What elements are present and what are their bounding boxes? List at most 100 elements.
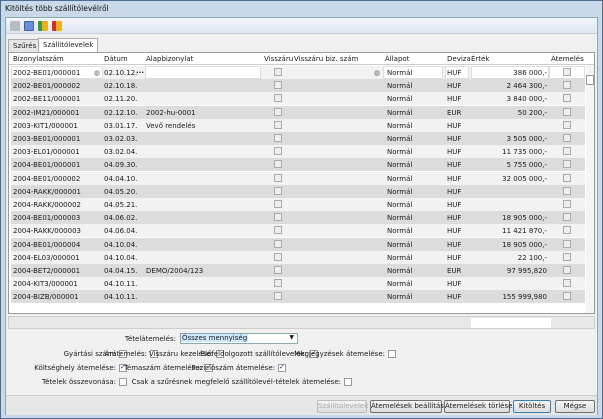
atemeles-checkbox[interactable] xyxy=(563,160,571,169)
visszaru-checkbox[interactable] xyxy=(274,186,282,195)
table-row[interactable]: 2004-RAKK/000001 04.05.20. Normál HUF xyxy=(11,184,585,198)
table-row[interactable]: 2003-BE01/000001 03.02.03. Normál HUF 3 505 … xyxy=(11,132,585,145)
visszaru-checkbox[interactable] xyxy=(274,81,282,90)
option-checkbox[interactable] xyxy=(278,363,286,372)
visszaru-checkbox[interactable] xyxy=(274,292,282,301)
column-header[interactable]: Visszáru xyxy=(264,55,293,63)
ertek: 22 100,- xyxy=(517,253,547,262)
vertical-scrollbar[interactable] xyxy=(586,65,594,313)
table-row[interactable]: 2002-BE01/000002 02.10.18. Normál HUF 2 464 … xyxy=(11,79,585,93)
table-row[interactable]: 2004-EL03/000001 04.10.04. Normál HUF 22 100… xyxy=(11,250,585,264)
visszaru-checkbox[interactable] xyxy=(274,94,282,103)
atemeles-checkbox[interactable] xyxy=(563,107,571,116)
atemeles-checkbox[interactable] xyxy=(563,186,571,195)
tetelatemeles-select[interactable]: Összes mennyiség ▼ xyxy=(180,333,298,344)
dialog-window: Kitöltés több szállítólevélről Szűrés Sz… xyxy=(0,0,603,419)
allapot: Normál xyxy=(387,280,413,289)
table-row[interactable]: 2004-BE01/000002 04.04.10. Normál HUF 32 005… xyxy=(11,171,585,185)
visszaru-checkbox[interactable] xyxy=(274,226,282,235)
visszaru-checkbox[interactable] xyxy=(274,134,282,142)
column-header[interactable]: Visszáru biz. szám xyxy=(294,55,358,63)
datum: 04.06.02. xyxy=(104,214,138,223)
deviza: HUF xyxy=(447,135,462,143)
ertek: 3 505 000,- xyxy=(506,135,547,143)
column-header[interactable]: Állapot xyxy=(385,55,409,63)
selected-value: Összes mennyiség xyxy=(181,334,249,342)
atemeles-checkbox[interactable] xyxy=(563,292,571,301)
atemeles-checkbox[interactable] xyxy=(563,213,571,222)
option-label: Árátemelés: xyxy=(104,350,147,358)
visszaru-checkbox[interactable] xyxy=(274,147,282,156)
atemeles-checkbox[interactable] xyxy=(563,147,571,156)
table-row[interactable]: 2003-EL01/000001 03.02.04. Normál HUF 11 735… xyxy=(11,145,585,159)
tab-szures[interactable]: Szűrés xyxy=(8,39,42,52)
visszaru-checkbox[interactable] xyxy=(274,200,282,208)
table-row[interactable]: 2004-BE01/000001 04.09.30. Normál HUF 5 755 … xyxy=(11,158,585,172)
option-checkbox[interactable] xyxy=(344,378,352,386)
visszaru-checkbox[interactable] xyxy=(274,68,282,76)
atemeles-checkbox[interactable] xyxy=(563,200,571,208)
atemeles-checkbox[interactable] xyxy=(563,68,571,76)
table-row[interactable]: 2004-KIT3/000001 04.10.11. Normál HUF xyxy=(11,277,585,291)
szallitolevelek-button[interactable]: Szállítólevelek xyxy=(317,400,368,413)
visszaru-checkbox[interactable] xyxy=(274,266,282,274)
column-header[interactable]: Alapbizonylat xyxy=(146,55,193,63)
table-row[interactable]: 2004-RAKK/000002 04.05.21. Normál HUF xyxy=(11,198,585,211)
atemeles-checkbox[interactable] xyxy=(563,120,571,129)
atemeles-checkbox[interactable] xyxy=(563,279,571,288)
visszaru-checkbox[interactable] xyxy=(274,173,282,182)
visszaru-checkbox[interactable] xyxy=(274,160,282,169)
visszaru-checkbox[interactable] xyxy=(274,279,282,288)
ertek: 18 905 000,- xyxy=(502,240,547,249)
import-icon[interactable] xyxy=(38,21,48,31)
ellipsis-button[interactable]: ... xyxy=(136,67,144,75)
atemeles-checkbox[interactable] xyxy=(563,134,571,142)
atemeles-checkbox[interactable] xyxy=(563,252,571,261)
attachment-icon[interactable]: ◍ xyxy=(374,69,380,77)
column-header[interactable]: Deviza xyxy=(447,55,471,63)
column-header[interactable]: Bizonylatszám xyxy=(13,55,64,63)
table-row[interactable]: 2004-BET2/000001 04.04.15. DEMO/2004/123 No… xyxy=(11,264,585,277)
atemeles-checkbox[interactable] xyxy=(563,226,571,235)
atemelesek-beallitasa-button[interactable]: Átemelések beállítása xyxy=(370,400,448,413)
table-icon[interactable] xyxy=(24,21,34,31)
column-header[interactable]: Érték xyxy=(471,55,489,63)
deviza: HUF xyxy=(447,227,462,236)
megse-button[interactable]: Mégse xyxy=(555,400,595,413)
atemeles-checkbox[interactable] xyxy=(563,239,571,248)
atemeles-checkbox[interactable] xyxy=(563,266,571,274)
atemelesek-torlese-button[interactable]: Átemelések törlése xyxy=(444,400,512,413)
atemeles-checkbox[interactable] xyxy=(563,173,571,182)
table-row[interactable]: 2002-IM21/000001 02.12.10. 2002-hu-0001 Nor… xyxy=(11,105,585,119)
kitoltes-button[interactable]: Kitöltés xyxy=(513,400,551,413)
bizonylatszam: 2004-RAKK/000001 xyxy=(13,187,81,196)
table-row[interactable]: 2002-BE01/000001 02.10.12. Normál HUF 386 00… xyxy=(11,66,585,79)
scrollbar-thumb[interactable] xyxy=(586,75,594,85)
atemeles-checkbox[interactable] xyxy=(563,81,571,90)
deviza: HUF xyxy=(447,174,462,183)
table-row[interactable]: 2002-BE11/000001 02.11.20. Normál HUF 3 840 … xyxy=(11,92,585,106)
bizonylatszam: 2002-BE01/000001 xyxy=(13,69,81,77)
table-row[interactable]: 2003-KIT1/000001 03.01.17. Vevő rendelés No… xyxy=(11,118,585,132)
table-row[interactable]: 2004-RAKK/000003 04.06.04. Normál HUF 11 421… xyxy=(11,224,585,238)
attachment-icon[interactable]: ◍ xyxy=(94,69,100,77)
atemeles-checkbox[interactable] xyxy=(563,94,571,103)
table-row[interactable]: 2004-BE01/000003 04.06.02. Normál HUF 18 905… xyxy=(11,211,585,225)
column-header[interactable]: Átemelés xyxy=(551,55,584,63)
column-header[interactable]: Dátum xyxy=(104,55,128,63)
table-row[interactable]: 2004-BIZB/000001 04.10.11. Normál HUF 155 99… xyxy=(11,290,585,304)
visszaru-checkbox[interactable] xyxy=(274,107,282,116)
tab-szallitolevelek[interactable]: Szállítólevelek xyxy=(38,38,99,52)
visszaru-checkbox[interactable] xyxy=(274,239,282,248)
copy-icon[interactable] xyxy=(10,21,20,31)
table-row[interactable]: 2004-BE01/000004 04.10.04. Normál HUF 18 905… xyxy=(11,237,585,251)
ertek: 155 999,980 xyxy=(502,293,547,302)
bizonylatszam: 2003-EL01/000001 xyxy=(13,148,80,157)
export-icon[interactable] xyxy=(52,21,62,31)
option-checkbox[interactable] xyxy=(388,350,396,358)
visszaru-checkbox[interactable] xyxy=(274,213,282,222)
option-checkbox[interactable] xyxy=(119,378,127,386)
deviza: HUF xyxy=(447,280,462,289)
visszaru-checkbox[interactable] xyxy=(274,252,282,261)
visszaru-checkbox[interactable] xyxy=(274,120,282,129)
